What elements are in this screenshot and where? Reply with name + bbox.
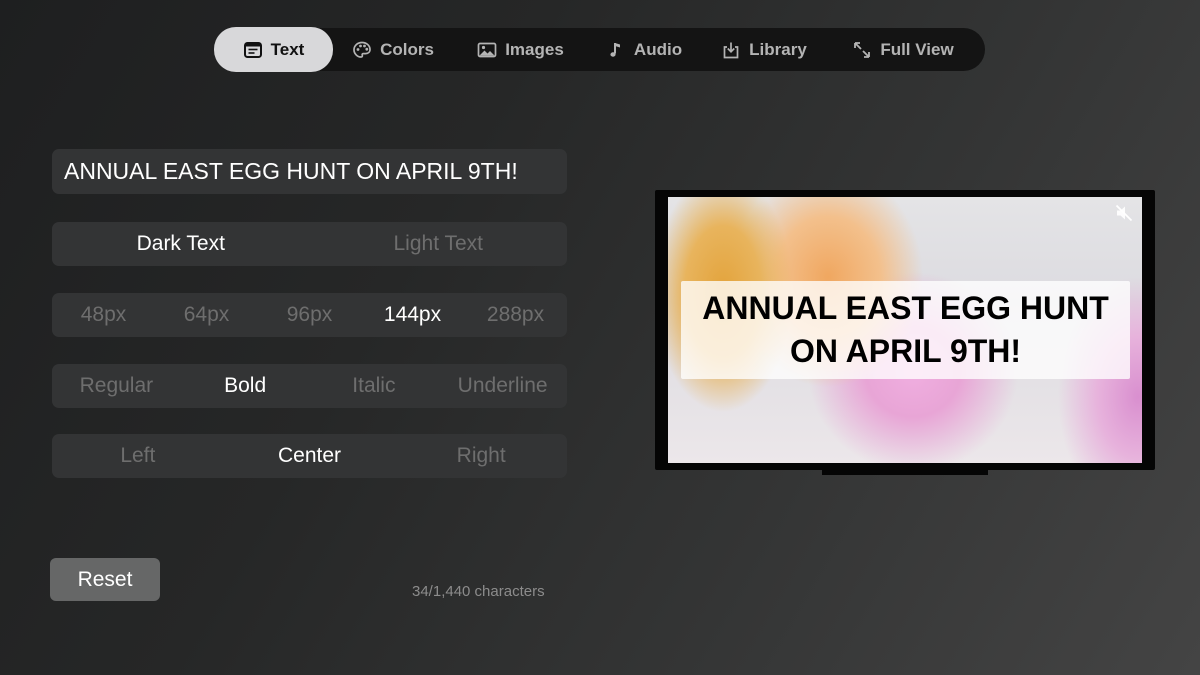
option-underline[interactable]: Underline [438, 374, 567, 398]
tab-label: Colors [380, 39, 434, 59]
tab-label: Full View [880, 39, 954, 59]
mute-icon[interactable] [1114, 203, 1134, 223]
tab-label: Audio [633, 39, 683, 59]
text-document-icon [243, 41, 262, 58]
option-size-64[interactable]: 64px [155, 303, 258, 327]
tab-label: Text [270, 39, 305, 59]
font-style-segmented-control: Regular Bold Italic Underline [52, 364, 567, 408]
download-tray-icon [723, 42, 739, 58]
option-size-48[interactable]: 48px [52, 303, 155, 327]
tv-stand [822, 470, 988, 475]
tab-bar: Text Colors Images Audio Library Full Vi… [214, 27, 985, 72]
option-regular[interactable]: Regular [52, 374, 181, 398]
image-icon [477, 42, 497, 57]
option-size-96[interactable]: 96px [258, 303, 361, 327]
option-size-288[interactable]: 288px [464, 303, 567, 327]
caption-text-input[interactable] [52, 149, 567, 194]
preview-screen: ANNUAL EAST EGG HUNT ON APRIL 9TH! [668, 197, 1142, 463]
option-size-144[interactable]: 144px [361, 303, 464, 327]
option-bold[interactable]: Bold [181, 374, 310, 398]
tab-colors[interactable]: Colors [333, 28, 453, 71]
palette-icon [353, 41, 371, 58]
option-dark-text[interactable]: Dark Text [52, 232, 310, 256]
option-light-text[interactable]: Light Text [310, 232, 568, 256]
tab-label: Images [505, 39, 564, 59]
preview-caption: ANNUAL EAST EGG HUNT ON APRIL 9TH! [681, 281, 1130, 379]
character-count: 34/1,440 characters [412, 583, 545, 600]
text-theme-segmented-control: Dark Text Light Text [52, 222, 567, 266]
reset-button[interactable]: Reset [50, 558, 160, 601]
tab-full-view[interactable]: Full View [828, 28, 978, 71]
expand-arrows-icon [854, 41, 871, 58]
tab-images[interactable]: Images [453, 28, 588, 71]
option-italic[interactable]: Italic [310, 374, 439, 398]
music-note-icon [610, 42, 620, 57]
tv-preview: ANNUAL EAST EGG HUNT ON APRIL 9TH! [655, 190, 1155, 470]
option-align-left[interactable]: Left [52, 444, 224, 468]
font-size-segmented-control: 48px 64px 96px 144px 288px [52, 293, 567, 337]
tab-audio[interactable]: Audio [588, 28, 700, 71]
text-align-segmented-control: Left Center Right [52, 434, 567, 478]
option-align-right[interactable]: Right [395, 444, 567, 468]
tab-library[interactable]: Library [700, 28, 828, 71]
tab-text[interactable]: Text [214, 27, 333, 72]
option-align-center[interactable]: Center [224, 444, 396, 468]
tab-label: Library [749, 39, 807, 59]
